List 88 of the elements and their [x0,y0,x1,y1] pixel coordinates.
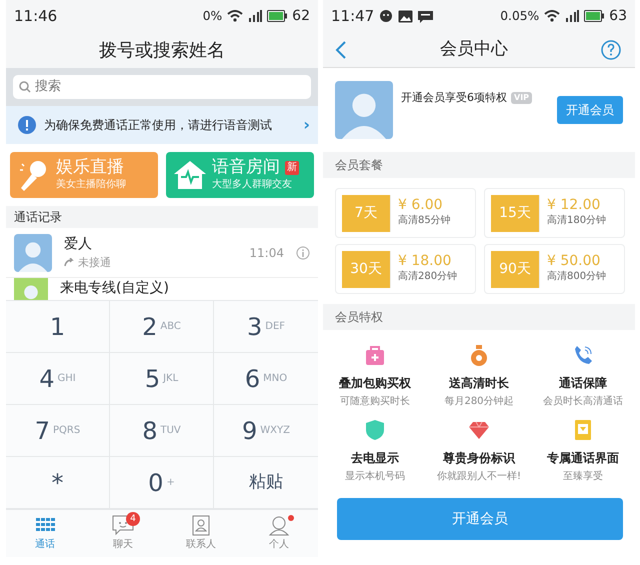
bag-icon [364,344,386,366]
section-header: 通话记录 [6,206,318,228]
page-title: 会员中心 [440,38,508,61]
section-header: 会员套餐 [323,152,635,178]
plan-duration: 30天 [342,250,391,288]
image-notification-icon [398,10,414,22]
perk-subtitle: 至臻享受 [563,470,603,484]
plan-price: ¥ 12.00 [547,198,602,214]
search-field[interactable]: 搜索 [13,75,311,99]
status-time: 11:47 [331,6,374,27]
avatar [335,81,393,139]
plan-price: ¥ 18.00 [398,254,452,270]
plan-duration: 15天 [491,194,540,232]
plan-minutes: 高清85分钟 [398,214,451,228]
phone-icon [572,344,594,366]
data-rate: 0.05% [500,8,540,25]
data-rate: 0% [202,8,222,25]
search-icon [19,81,31,93]
plan-card[interactable]: 90天 ¥ 50.00 高清800分钟 [484,244,625,294]
tab[interactable]: 聊天 4 [84,510,162,557]
contact-name: 来电专线(自定义) [60,279,169,298]
wifi-icon [544,10,560,22]
dial-key[interactable]: 1 [6,301,110,353]
wifi-icon [227,10,244,22]
back-icon[interactable] [335,40,347,58]
perk-subtitle: 会员时长高清通话 [543,394,623,409]
house-icon [172,158,208,192]
plan-duration: 7天 [342,194,391,232]
plan-minutes: 高清800分钟 [547,270,606,284]
section-header: 会员特权 [323,304,635,330]
help-icon[interactable] [601,40,621,60]
battery-level: 62 [292,6,310,26]
promo-subtitle: 美女主播陪你聊 [56,178,126,192]
contact-name: 爱人 [64,234,93,254]
perk-subtitle: 显示本机号码 [345,470,405,484]
perk-title: 通话保障 [559,375,607,392]
money-bag-icon [468,344,490,366]
chevron-icon: › [303,113,310,137]
info-icon [18,116,36,134]
battery-level: 63 [609,6,627,26]
card-icon [572,419,594,441]
perk-title: 去电显示 [351,450,399,467]
perk-title: 专属通话界面 [547,450,619,467]
info-icon[interactable] [296,246,310,260]
battery-icon [584,10,604,22]
count-badge: 4 [126,512,140,526]
chat-icon [112,515,134,536]
plan-minutes: 高清180分钟 [547,214,606,228]
plan-price: ¥ 6.00 [398,198,444,214]
message-notification-icon [418,10,434,22]
shield-icon [364,419,386,441]
call-status: 未接通 [78,254,111,271]
call-time: 11:04 [249,244,284,262]
new-badge: 新 [285,160,299,174]
plan-card[interactable]: 15天 ¥ 12.00 高清180分钟 [484,188,625,238]
signal-icon [565,10,580,22]
perk-subtitle: 每月280分钟起 [444,394,514,409]
dial-key[interactable]: * [6,457,110,509]
notice-banner[interactable]: 为确保免费通话正常使用，请进行语音测试 › [6,106,318,144]
perk-title: 尊贵身份标识 [443,450,515,467]
battery-icon [267,10,288,22]
page-title: 拨号或搜索姓名 [6,32,318,68]
plan-card[interactable]: 7天 ¥ 6.00 高清85分钟 [335,188,476,238]
avatar [14,234,52,272]
promo-title: 娱乐直播 [56,158,124,177]
contacts-icon [190,515,212,536]
tab[interactable]: 个人 [240,510,318,557]
chat-notification-icon [379,9,394,23]
membership-text: 开通会员享受6项特权 [401,90,507,106]
tab[interactable]: 联系人 [162,510,240,557]
perk-subtitle: 可随意购买时长 [340,394,410,409]
signal-icon [248,10,262,22]
status-time: 11:46 [14,6,58,27]
call-row[interactable]: 爱人 未接通 11:04 [6,228,318,278]
notice-text: 为确保免费通话正常使用，请进行语音测试 [44,117,272,134]
promo-title: 语音房间 [212,158,280,177]
plan-card[interactable]: 30天 ¥ 18.00 高清280分钟 [335,244,476,294]
promo-card[interactable]: 语音房间 新 大型多人群聊交友 [166,152,314,198]
person-icon [268,515,290,536]
dial-key[interactable]: 0+ [110,457,214,509]
perk-title: 送高清时长 [449,375,509,392]
promo-subtitle: 大型多人群聊交友 [212,178,293,192]
perk-title: 叠加包购买权 [339,375,411,392]
gem-icon [468,419,490,441]
plan-duration: 90天 [491,250,540,288]
perk-subtitle: 你就跟别人不一样! [436,470,521,484]
plan-price: ¥ 50.00 [547,254,602,270]
plan-minutes: 高清280分钟 [398,270,458,284]
